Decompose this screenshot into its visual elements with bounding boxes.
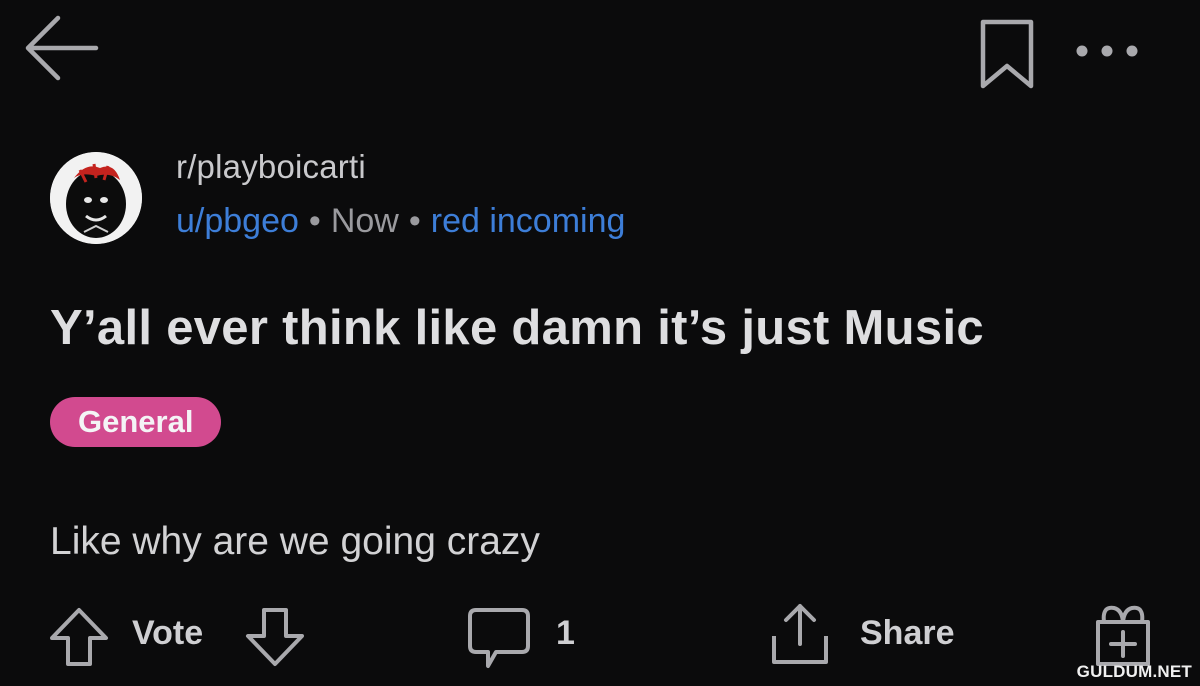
arrow-down-icon bbox=[246, 608, 304, 666]
action-bar: Vote 1 Share bbox=[0, 596, 1200, 676]
subreddit-avatar[interactable] bbox=[50, 152, 142, 244]
user-flair: red incoming bbox=[430, 202, 626, 240]
subreddit-avatar-image bbox=[50, 152, 142, 244]
bookmark-icon bbox=[980, 19, 1034, 89]
gift-award-icon bbox=[1096, 605, 1150, 666]
post-flair-tag[interactable]: General bbox=[50, 397, 222, 447]
post-title: Y’all ever think like damn it’s just Mus… bbox=[50, 301, 984, 355]
share-upload-icon bbox=[772, 604, 828, 664]
back-button[interactable] bbox=[22, 12, 100, 84]
arrow-up-icon bbox=[50, 608, 108, 666]
bookmark-button[interactable] bbox=[975, 18, 1039, 92]
downvote-button[interactable] bbox=[244, 606, 306, 668]
subreddit-name[interactable]: r/playboicarti bbox=[176, 148, 366, 186]
meta-separator: • bbox=[308, 202, 321, 240]
vote-group: Vote bbox=[48, 596, 318, 676]
comment-bubble-icon bbox=[468, 608, 530, 668]
author-link[interactable]: u/pbgeo bbox=[176, 202, 299, 240]
post-meta: u/pbgeo • Now • red incoming bbox=[176, 202, 625, 241]
upvote-button[interactable] bbox=[48, 606, 110, 668]
meta-separator: • bbox=[408, 202, 421, 240]
vote-label: Vote bbox=[132, 614, 204, 652]
more-horizontal-icon bbox=[1076, 45, 1138, 57]
watermark: GULDUM.NET bbox=[1076, 662, 1192, 681]
share-label: Share bbox=[860, 614, 955, 652]
comments-button[interactable]: 1 bbox=[466, 596, 596, 676]
top-bar bbox=[0, 0, 1200, 110]
post-time: Now bbox=[330, 202, 399, 240]
more-options-button[interactable] bbox=[1072, 36, 1142, 66]
post-header: r/playboicarti u/pbgeo • Now • red incoming bbox=[50, 146, 850, 256]
arrow-left-icon bbox=[25, 15, 99, 81]
post-body: Like why are we going crazy bbox=[50, 520, 540, 563]
share-button[interactable]: Share bbox=[766, 596, 996, 676]
share-icon-wrap bbox=[766, 600, 834, 668]
comment-count: 1 bbox=[556, 614, 575, 652]
award-button[interactable] bbox=[1086, 598, 1160, 672]
comment-icon-wrap bbox=[466, 604, 532, 670]
